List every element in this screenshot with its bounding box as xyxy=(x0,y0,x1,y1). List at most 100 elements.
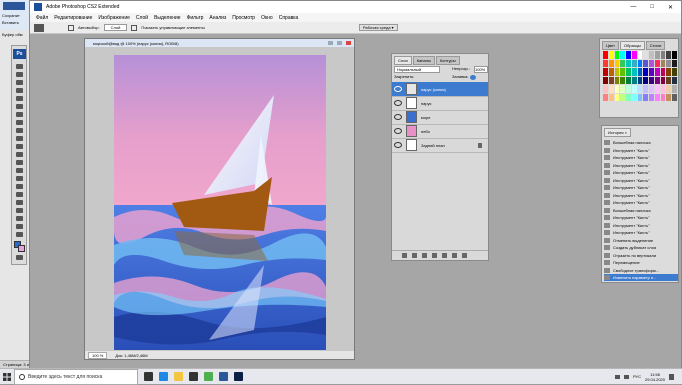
color-swatch[interactable] xyxy=(637,76,643,84)
color-swatch[interactable] xyxy=(637,85,643,93)
menu-select[interactable]: Выделение xyxy=(154,15,181,21)
color-swatch[interactable] xyxy=(649,51,654,59)
color-swatch[interactable] xyxy=(672,76,677,84)
layer-row[interactable]: парус (копия) xyxy=(392,82,488,97)
tab-channels[interactable]: Каналы xyxy=(412,56,435,65)
color-swatch[interactable] xyxy=(660,93,666,101)
show-controls-checkbox[interactable] xyxy=(131,24,138,31)
group-icon[interactable] xyxy=(442,253,447,258)
ribbon-label[interactable]: Вставить xyxy=(2,20,19,25)
color-swatch[interactable] xyxy=(649,93,654,101)
color-swatch[interactable] xyxy=(637,68,643,76)
history-item[interactable]: Отменить выделение xyxy=(604,237,678,244)
color-swatch[interactable] xyxy=(620,51,626,59)
autoselect-select[interactable]: Слой xyxy=(103,24,128,31)
color-swatch[interactable] xyxy=(643,59,649,67)
menu-layer[interactable]: Слой xyxy=(136,15,148,21)
color-swatch[interactable] xyxy=(614,76,620,84)
color-swatch[interactable] xyxy=(608,68,614,76)
menu-edit[interactable]: Редактирование xyxy=(54,15,92,21)
magic-wand-tool-icon[interactable] xyxy=(15,87,25,94)
shape-tool-icon[interactable] xyxy=(15,199,25,206)
visibility-eye-icon[interactable] xyxy=(394,100,402,106)
history-item[interactable]: Перемещение xyxy=(604,259,678,266)
layer-mask-icon[interactable] xyxy=(422,253,427,258)
color-swatch[interactable] xyxy=(614,51,620,59)
color-swatch[interactable] xyxy=(660,76,666,84)
color-swatch[interactable] xyxy=(643,76,649,84)
opacity-field[interactable]: 100% xyxy=(474,66,488,73)
visibility-eye-icon[interactable] xyxy=(394,128,402,134)
history-item[interactable]: Свободное трансформ... xyxy=(604,267,678,274)
background-color-swatch[interactable] xyxy=(18,245,25,252)
word-quick-access[interactable] xyxy=(3,2,25,10)
color-swatch[interactable] xyxy=(608,85,614,93)
history-item[interactable]: Инструмент "Кисть" xyxy=(604,177,678,184)
color-swatch[interactable] xyxy=(626,51,631,59)
color-swatch[interactable] xyxy=(654,85,660,93)
quick-mask-icon[interactable] xyxy=(15,254,25,261)
language-indicator[interactable]: РУС xyxy=(633,374,641,379)
volume-icon[interactable] xyxy=(623,374,629,379)
menu-filter[interactable]: Фильтр xyxy=(187,15,204,21)
marquee-tool-icon[interactable] xyxy=(15,71,25,78)
workspace-button[interactable]: Рабочая среда ▾ xyxy=(358,24,398,31)
color-swatch[interactable] xyxy=(620,93,626,101)
history-item[interactable]: Инструмент "Кисть" xyxy=(604,222,678,229)
color-swatch[interactable] xyxy=(654,51,660,59)
task-view-icon[interactable] xyxy=(144,372,153,381)
color-swatch[interactable] xyxy=(660,68,666,76)
color-swatch[interactable] xyxy=(603,85,608,93)
photoshop-icon[interactable] xyxy=(234,372,243,381)
color-swatch[interactable] xyxy=(620,85,626,93)
layer-row[interactable]: море xyxy=(392,110,488,125)
doc-close-button[interactable] xyxy=(346,41,351,45)
color-swatch[interactable] xyxy=(672,85,677,93)
move-tool-icon[interactable] xyxy=(34,23,44,32)
tab-styles[interactable]: Стили xyxy=(645,41,666,50)
adjustment-layer-icon[interactable] xyxy=(432,253,437,258)
menu-window[interactable]: Окно xyxy=(261,15,273,21)
layer-row[interactable]: Задний план xyxy=(392,138,488,153)
zoom-tool-icon[interactable] xyxy=(15,231,25,238)
color-swatch[interactable] xyxy=(603,93,608,101)
history-item[interactable]: Инструмент "Кисть" xyxy=(604,154,678,161)
new-layer-icon[interactable] xyxy=(452,253,457,258)
color-swatch[interactable] xyxy=(603,59,608,67)
color-swatch[interactable] xyxy=(654,68,660,76)
color-swatch[interactable] xyxy=(654,93,660,101)
color-swatch[interactable] xyxy=(666,51,672,59)
color-swatch[interactable] xyxy=(626,59,631,67)
menu-analysis[interactable]: Анализ xyxy=(209,15,226,21)
color-swatch[interactable] xyxy=(631,76,637,84)
history-item[interactable]: Инструмент "Кисть" xyxy=(604,147,678,154)
crop-tool-icon[interactable] xyxy=(15,95,25,102)
menu-help[interactable]: Справка xyxy=(279,15,299,21)
color-swatch[interactable] xyxy=(654,59,660,67)
link-layers-icon[interactable] xyxy=(402,253,407,258)
slice-tool-icon[interactable] xyxy=(15,103,25,110)
color-swatch[interactable] xyxy=(631,51,637,59)
brush-tool-icon[interactable] xyxy=(15,119,25,126)
color-swatch[interactable] xyxy=(620,76,626,84)
history-item[interactable]: Инструмент "Кисть" xyxy=(604,169,678,176)
explorer-icon[interactable] xyxy=(174,372,183,381)
history-brush-tool-icon[interactable] xyxy=(15,135,25,142)
color-swatch[interactable] xyxy=(649,85,654,93)
color-swatch[interactable] xyxy=(614,93,620,101)
history-item[interactable]: Инструмент "Кисть" xyxy=(604,162,678,169)
color-swatch[interactable] xyxy=(672,51,677,59)
healing-brush-tool-icon[interactable] xyxy=(15,111,25,118)
opacity-slider-handle[interactable] xyxy=(470,75,476,80)
color-swatch[interactable] xyxy=(643,85,649,93)
color-swatch[interactable] xyxy=(672,93,677,101)
store-icon[interactable] xyxy=(189,372,198,381)
color-swatch[interactable] xyxy=(608,51,614,59)
autoselect-checkbox[interactable] xyxy=(68,24,74,31)
edge-icon[interactable] xyxy=(159,372,168,381)
color-swatch[interactable] xyxy=(660,85,666,93)
visibility-eye-icon[interactable] xyxy=(394,86,402,92)
color-swatch[interactable] xyxy=(660,59,666,67)
eyedropper-tool-icon[interactable] xyxy=(15,215,25,222)
word-icon[interactable] xyxy=(219,372,228,381)
